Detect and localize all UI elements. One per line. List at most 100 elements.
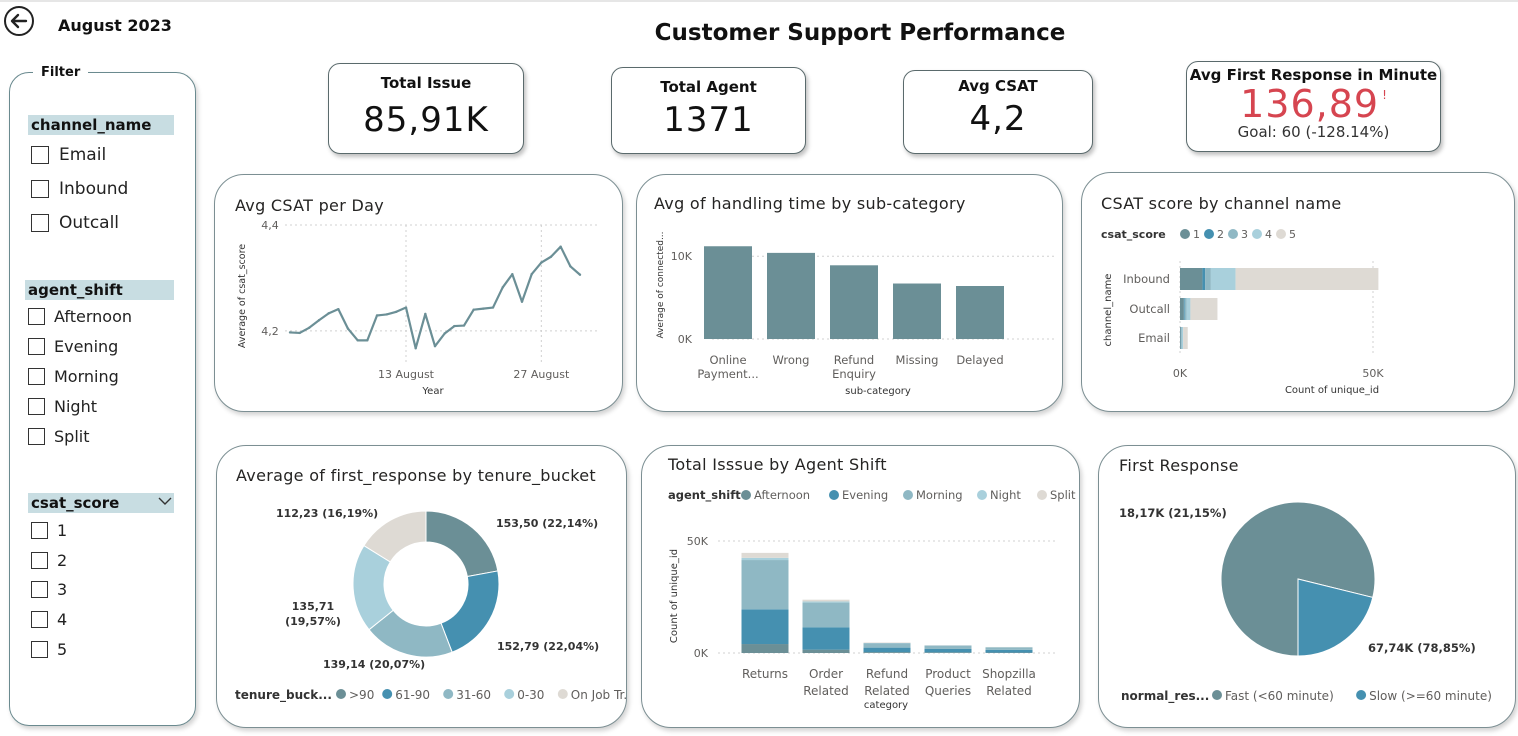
legend-label: 4 bbox=[1265, 228, 1272, 241]
slicer-option-split[interactable]: Split bbox=[28, 427, 89, 446]
legend-swatch bbox=[977, 490, 987, 500]
legend-title: tenure_buck... bbox=[235, 688, 332, 703]
data-point bbox=[346, 327, 350, 330]
slicer-header-channel-name: channel_name bbox=[28, 115, 174, 135]
kpi-label: Avg CSAT bbox=[958, 77, 1038, 95]
checkbox[interactable] bbox=[28, 398, 45, 415]
x-tick-label: Online bbox=[709, 353, 746, 367]
checkbox[interactable] bbox=[31, 180, 49, 198]
y-tick-label: 0K bbox=[678, 333, 693, 346]
back-arrow-icon[interactable] bbox=[3, 5, 35, 37]
column-segment bbox=[802, 627, 850, 650]
data-point bbox=[530, 273, 533, 276]
data-point bbox=[433, 344, 437, 348]
slicer-option-csat-4[interactable]: 4 bbox=[31, 610, 67, 629]
slicer-option-afternoon[interactable]: Afternoon bbox=[28, 307, 132, 326]
data-label: 112,23 (16,19%) bbox=[276, 507, 378, 520]
data-label: (19,57%) bbox=[285, 615, 341, 628]
slicer-option-csat-2[interactable]: 2 bbox=[31, 551, 67, 570]
checkbox[interactable] bbox=[31, 552, 48, 569]
slicer-option-csat-5[interactable]: 5 bbox=[31, 640, 67, 659]
kpi-label: Total Agent bbox=[660, 78, 757, 96]
data-point bbox=[298, 331, 301, 335]
kpi-label: Total Issue bbox=[380, 74, 472, 92]
slicer-option-evening[interactable]: Evening bbox=[28, 337, 118, 356]
legend-swatch bbox=[903, 490, 913, 500]
legend-label: 31-60 bbox=[456, 688, 491, 702]
donut-slice bbox=[425, 510, 499, 578]
x-axis-label: Count of unique_id bbox=[1285, 385, 1379, 396]
checkbox[interactable] bbox=[31, 146, 49, 164]
data-point bbox=[385, 313, 388, 316]
checkbox[interactable] bbox=[31, 214, 49, 232]
checkbox[interactable] bbox=[31, 522, 48, 539]
y-tick-label: 50K bbox=[687, 535, 709, 548]
column-segment bbox=[924, 645, 972, 649]
x-tick-label: 0K bbox=[1173, 367, 1188, 380]
data-point bbox=[569, 265, 572, 268]
data-point bbox=[366, 339, 369, 342]
y-axis-label: Average of csat_score bbox=[237, 244, 248, 348]
data-point bbox=[453, 324, 456, 328]
chevron-down-icon[interactable] bbox=[158, 495, 172, 507]
series-line bbox=[289, 245, 581, 350]
checkbox[interactable] bbox=[28, 338, 45, 355]
bar bbox=[704, 246, 752, 339]
bar-segment bbox=[1184, 298, 1187, 320]
bar-segment bbox=[1180, 268, 1203, 290]
y-tick-label: 4,4 bbox=[261, 219, 279, 232]
slicer-option-email[interactable]: Email bbox=[31, 145, 106, 165]
legend-swatch bbox=[1276, 229, 1286, 239]
stacked-bar-chart-csat-channel: csat_score 1 2 3 4 50K 50KCount of unique_idch… bbox=[1101, 228, 1384, 396]
legend-label: >90 bbox=[349, 688, 374, 702]
slicer-option-inbound[interactable]: Inbound bbox=[31, 179, 128, 199]
slicer-option-morning[interactable]: Morning bbox=[28, 367, 119, 386]
kpi-value: 136,89 bbox=[1240, 82, 1380, 126]
page-title: Customer Support Performance bbox=[654, 20, 1066, 46]
legend-swatch bbox=[382, 689, 393, 699]
legend-label: Fast (<60 minute) bbox=[1225, 689, 1334, 703]
bar-segment bbox=[1181, 327, 1182, 349]
y-tick-label: 0K bbox=[694, 647, 709, 660]
y-tick-label: 10K bbox=[671, 250, 693, 263]
x-tick-label: 27 August bbox=[513, 368, 570, 381]
bar bbox=[956, 286, 1004, 339]
x-tick-label: Refund bbox=[866, 667, 908, 681]
stacked-column-chart-shift: agent_shift Afternoon Evening Morning Night S… bbox=[668, 488, 1076, 711]
y-tick-label: Outcall bbox=[1129, 302, 1170, 316]
checkbox[interactable] bbox=[28, 308, 45, 325]
slicer-option-csat-3[interactable]: 3 bbox=[31, 580, 67, 599]
checkbox[interactable] bbox=[31, 611, 48, 628]
x-axis-label: sub-category bbox=[845, 386, 911, 397]
month-label: August 2023 bbox=[58, 16, 172, 35]
checkbox[interactable] bbox=[31, 641, 48, 658]
checkbox[interactable] bbox=[31, 581, 48, 598]
x-tick-label: Shopzilla bbox=[982, 667, 1036, 681]
data-point bbox=[472, 308, 475, 311]
column-segment bbox=[863, 652, 911, 653]
legend-label: Night bbox=[990, 488, 1021, 502]
bar-chart-handling-time: 0K 10K Average of connected... OnlinePaymen… bbox=[656, 231, 1057, 397]
checkbox[interactable] bbox=[28, 428, 45, 445]
x-tick-label: Missing bbox=[896, 353, 939, 367]
panel-csat-by-channel: CSAT score by channel name csat_score 1 2 3… bbox=[1081, 172, 1515, 412]
data-point bbox=[540, 261, 543, 264]
legend-title: agent_shift bbox=[668, 488, 741, 503]
checkbox[interactable] bbox=[28, 368, 45, 385]
bar-segment bbox=[1183, 298, 1185, 320]
donut-slice bbox=[440, 570, 500, 653]
data-point bbox=[395, 310, 398, 313]
legend-label: 3 bbox=[1241, 228, 1248, 241]
column-segment bbox=[802, 599, 850, 602]
x-tick-label: Payment... bbox=[697, 367, 758, 381]
data-point bbox=[375, 314, 379, 317]
x-tick-label: Related bbox=[864, 684, 910, 698]
data-point bbox=[462, 324, 466, 327]
slicer-option-outcall[interactable]: Outcall bbox=[31, 213, 119, 233]
slicer-option-csat-1[interactable]: 1 bbox=[31, 521, 67, 540]
bar-segment bbox=[1202, 268, 1206, 290]
x-tick-label: Refund bbox=[834, 353, 874, 367]
filter-title: Filter bbox=[33, 65, 89, 80]
panel-avg-csat-per-day: Avg CSAT per Day 4,2 4,4 13 August 27 Augus… bbox=[214, 174, 623, 412]
slicer-option-night[interactable]: Night bbox=[28, 397, 97, 416]
